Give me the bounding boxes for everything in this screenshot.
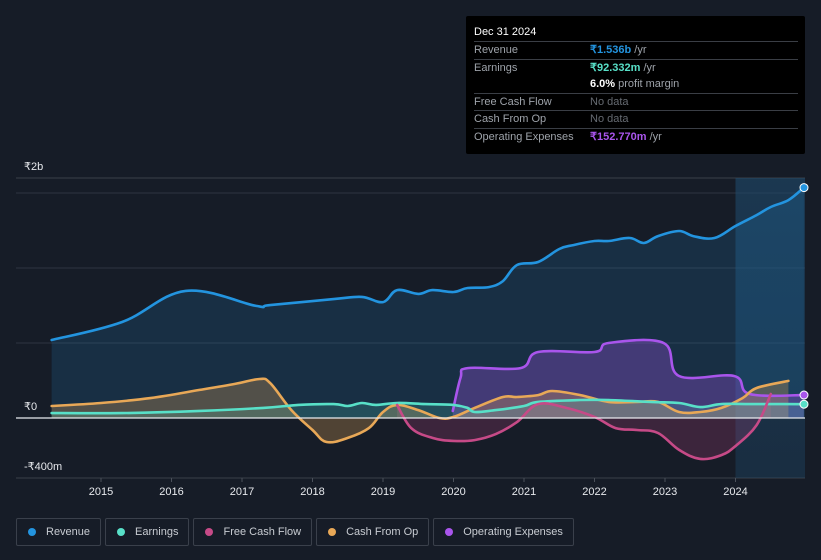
tooltip-value: 6.0% profit margin — [590, 78, 680, 90]
tooltip-value: ₹92.332m /yr — [590, 61, 656, 74]
tooltip-row: Operating Expenses ₹152.770m /yr — [474, 127, 798, 146]
tooltip-key: Revenue — [474, 44, 519, 56]
legend-dot-icon — [117, 528, 126, 536]
x-tick-label: 2019 — [371, 486, 395, 498]
x-tick-label: 2020 — [441, 486, 465, 498]
legend-item-earnings[interactable]: Earnings — [105, 518, 190, 546]
legend-label: Earnings — [135, 526, 179, 538]
x-tick-label: 2018 — [300, 486, 324, 498]
tooltip-value: ₹1.536b /yr — [590, 44, 647, 56]
y-axis-labels: ₹2b ₹0 -₹400m — [24, 161, 62, 473]
tooltip-key — [474, 76, 590, 93]
legend-label: Revenue — [46, 526, 91, 538]
x-tick-label: 2021 — [512, 486, 536, 498]
x-tick-label: 2022 — [582, 486, 606, 498]
y-tick-label: -₹400m — [24, 461, 62, 473]
tooltip-key: Cash From Op — [474, 113, 547, 125]
tooltip-key: Free Cash Flow — [474, 95, 552, 108]
tooltip-row: Revenue ₹1.536b /yr — [474, 41, 798, 59]
end-marker-operating-expenses — [799, 390, 809, 400]
legend-dot-icon — [205, 528, 214, 536]
end-marker-earnings — [799, 399, 809, 409]
legend-dot-icon — [28, 528, 36, 536]
tooltip-value: No data — [590, 95, 629, 108]
tooltip-row: 6.0% profit margin — [474, 76, 798, 93]
x-tick-label: 2024 — [723, 486, 747, 498]
end-marker-revenue — [799, 183, 809, 193]
y-tick-label: ₹0 — [24, 401, 37, 413]
tooltip-value: ₹152.770m /yr — [590, 130, 662, 143]
legend-item-cash-from-op[interactable]: Cash From Op — [316, 518, 430, 546]
tooltip-row: Free Cash Flow No data — [474, 92, 798, 111]
x-axis: 2015 2016 2017 2018 2019 2020 2021 2022 2023 2024 — [89, 478, 748, 498]
legend-item-revenue[interactable]: Revenue — [16, 518, 102, 546]
tooltip-row: Earnings ₹92.332m /yr — [474, 58, 798, 77]
legend-dot-icon — [445, 528, 454, 536]
legend-item-free-cash-flow[interactable]: Free Cash Flow — [193, 518, 313, 546]
legend: Revenue Earnings Free Cash Flow Cash From O… — [16, 518, 574, 546]
tooltip-panel: Dec 31 2024 Revenue ₹1.536b /yr Earnings ₹9… — [466, 16, 805, 154]
tooltip-date: Dec 31 2024 — [474, 26, 537, 38]
tooltip-key: Operating Expenses — [474, 130, 574, 143]
legend-label: Free Cash Flow — [223, 526, 302, 538]
x-tick-label: 2016 — [159, 486, 183, 498]
x-tick-label: 2015 — [89, 486, 113, 498]
y-tick-label: ₹2b — [24, 161, 43, 173]
tooltip-key: Earnings — [474, 61, 518, 74]
x-tick-label: 2023 — [653, 486, 677, 498]
legend-label: Cash From Op — [346, 526, 419, 538]
legend-item-operating-expenses[interactable]: Operating Expenses — [433, 518, 574, 546]
tooltip-row: Cash From Op No data — [474, 110, 798, 128]
x-tick-label: 2017 — [230, 486, 254, 498]
legend-label: Operating Expenses — [463, 526, 563, 538]
tooltip-value: No data — [590, 113, 629, 125]
legend-dot-icon — [328, 528, 337, 536]
